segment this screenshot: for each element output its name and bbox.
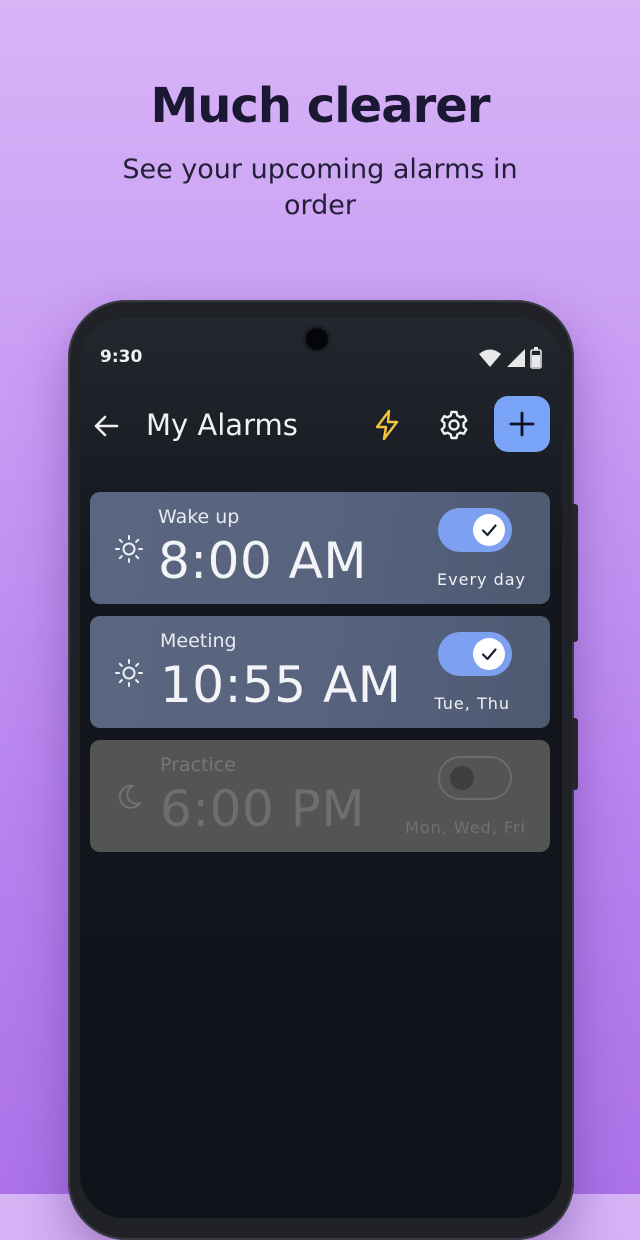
phone-screen: 9:30 My Alarms Wake up 8:00 AM Every day… bbox=[80, 318, 562, 1218]
add-alarm-button[interactable] bbox=[494, 396, 550, 452]
gear-icon[interactable] bbox=[438, 409, 470, 441]
toggle-knob bbox=[473, 514, 505, 546]
moon-icon bbox=[118, 784, 141, 809]
phone-side-button-lower bbox=[572, 718, 578, 790]
alarm-time: 6:00 PM bbox=[160, 780, 365, 838]
promo-subhead: See your upcoming alarms in order bbox=[122, 154, 518, 221]
plus-icon bbox=[509, 411, 535, 437]
alarm-days: Tue, Thu bbox=[434, 694, 510, 713]
status-time: 9:30 bbox=[100, 347, 143, 367]
app-bar: My Alarms bbox=[80, 396, 562, 456]
check-icon bbox=[481, 648, 497, 661]
check-icon bbox=[481, 524, 497, 537]
back-arrow-icon[interactable] bbox=[92, 412, 120, 440]
wifi-icon bbox=[479, 349, 501, 367]
alarm-label: Practice bbox=[160, 754, 236, 776]
toggle-knob bbox=[450, 766, 474, 790]
alarm-toggle[interactable] bbox=[438, 756, 512, 800]
sun-icon bbox=[115, 659, 143, 687]
promo-headline: Much clearer bbox=[150, 78, 490, 134]
front-camera bbox=[306, 328, 328, 350]
battery-icon bbox=[530, 347, 542, 369]
page-title: My Alarms bbox=[146, 408, 298, 442]
signal-icon bbox=[507, 349, 525, 367]
status-icons bbox=[478, 347, 542, 369]
alarm-time: 10:55 AM bbox=[160, 656, 402, 714]
alarm-time: 8:00 AM bbox=[158, 532, 368, 590]
alarm-toggle[interactable] bbox=[438, 632, 512, 676]
alarm-card[interactable]: Meeting 10:55 AM Tue, Thu bbox=[90, 616, 550, 728]
toggle-knob bbox=[473, 638, 505, 670]
alarm-label: Meeting bbox=[160, 630, 237, 652]
lightning-bolt-icon[interactable] bbox=[372, 409, 402, 441]
alarm-days: Mon, Wed, Fri bbox=[404, 818, 526, 837]
sun-icon bbox=[115, 535, 143, 563]
alarm-card[interactable]: Wake up 8:00 AM Every day bbox=[90, 492, 550, 604]
alarm-card[interactable]: Practice 6:00 PM Mon, Wed, Fri bbox=[90, 740, 550, 852]
alarm-days: Every day bbox=[437, 570, 526, 589]
alarm-toggle[interactable] bbox=[438, 508, 512, 552]
alarm-label: Wake up bbox=[158, 506, 240, 528]
phone-side-button-upper bbox=[572, 504, 578, 642]
